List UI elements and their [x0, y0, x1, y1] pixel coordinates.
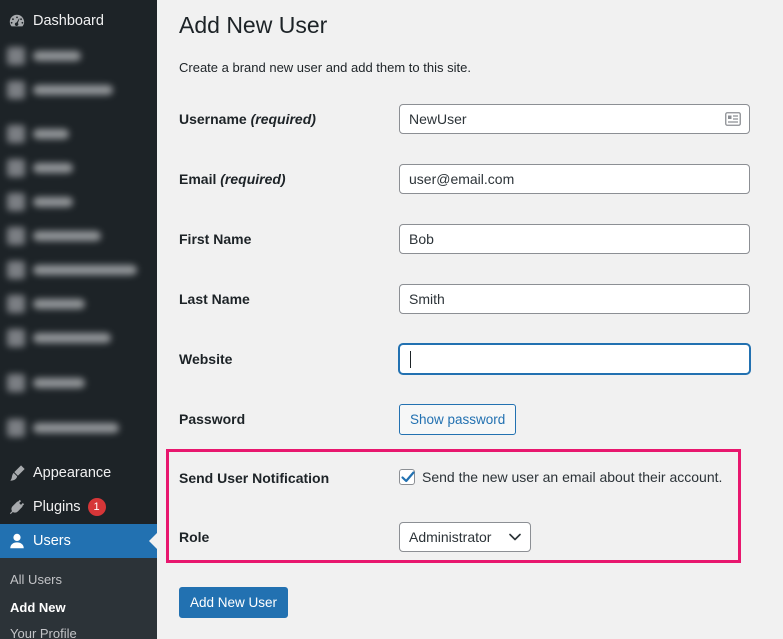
add-new-user-button[interactable]: Add New User — [179, 587, 289, 618]
username-input[interactable] — [399, 104, 750, 134]
dashboard-icon — [7, 11, 27, 31]
form-row-website: Website — [179, 344, 759, 376]
sidebar-item-label: Users — [33, 533, 71, 549]
sidebar-item-blurred[interactable] — [0, 185, 157, 219]
sidebar-item-blurred[interactable] — [0, 366, 157, 400]
role-select[interactable]: Administrator — [399, 522, 531, 552]
plugins-update-badge: 1 — [87, 498, 106, 516]
sidebar-item-blurred[interactable] — [0, 253, 157, 287]
sidebar-item-blurred[interactable] — [0, 321, 157, 355]
sidebar-item-blurred[interactable] — [0, 151, 157, 185]
sidebar-item-blurred[interactable] — [0, 287, 157, 321]
show-password-button[interactable]: Show password — [399, 404, 517, 435]
submenu-your-profile[interactable]: Your Profile — [10, 626, 77, 639]
user-icon — [7, 531, 27, 551]
email-input[interactable] — [399, 164, 750, 194]
sidebar-item-blurred[interactable] — [0, 73, 157, 107]
sidebar-item-appearance[interactable]: Appearance — [0, 456, 157, 490]
form-row-first-name: First Name — [179, 224, 759, 256]
role-label: Role — [179, 529, 210, 545]
form-row-email: Email (required) — [179, 164, 759, 196]
sidebar-item-users[interactable]: Users — [0, 524, 157, 558]
sidebar-item-blurred[interactable] — [0, 117, 157, 151]
paintbrush-icon — [7, 463, 27, 483]
wp-admin-page: Dashboard Appearance Plugins 1 Users All… — [0, 0, 783, 639]
last-name-input[interactable] — [399, 284, 750, 314]
submenu-add-new[interactable]: Add New — [10, 600, 66, 615]
last-name-label: Last Name — [179, 291, 250, 307]
checkmark-icon — [401, 471, 415, 483]
form-row-username: Username (required) — [179, 104, 759, 136]
password-label: Password — [179, 411, 246, 427]
main-content: Add New User Create a brand new user and… — [157, 0, 783, 639]
first-name-label: First Name — [179, 231, 252, 247]
website-input[interactable] — [399, 344, 750, 374]
notification-label: Send User Notification — [179, 470, 330, 486]
sidebar-item-label: Plugins — [33, 499, 81, 515]
form-row-role: Role Administrator — [179, 522, 759, 554]
page-description: Create a brand new user and add them to … — [179, 60, 471, 75]
contact-card-icon[interactable] — [725, 112, 741, 126]
chevron-down-icon — [509, 533, 521, 541]
username-label: Username (required) — [179, 111, 316, 127]
page-title: Add New User — [179, 12, 328, 38]
sidebar-item-blurred[interactable] — [0, 39, 157, 73]
sidebar-item-blurred[interactable] — [0, 411, 157, 445]
sidebar-item-label: Appearance — [33, 465, 112, 481]
text-caret — [410, 351, 411, 368]
form-row-notification: Send User Notification Send the new user… — [179, 463, 759, 495]
notification-checkbox[interactable] — [399, 469, 415, 485]
role-selected-value: Administrator — [409, 529, 492, 545]
form-row-password: Password Show password — [179, 404, 759, 436]
submenu-all-users[interactable]: All Users — [10, 572, 62, 587]
sidebar-item-plugins[interactable]: Plugins 1 — [0, 490, 157, 524]
notification-checkbox-label[interactable]: Send the new user an email about their a… — [422, 469, 722, 485]
website-label: Website — [179, 351, 233, 367]
form-row-last-name: Last Name — [179, 284, 759, 316]
sidebar-item-label: Dashboard — [33, 13, 104, 29]
sidebar-item-dashboard[interactable]: Dashboard — [0, 4, 157, 38]
plugin-icon — [7, 497, 27, 517]
admin-sidebar: Dashboard Appearance Plugins 1 Users All… — [0, 0, 157, 639]
users-submenu: All Users Add New Your Profile — [0, 558, 157, 639]
email-label: Email (required) — [179, 171, 286, 187]
first-name-input[interactable] — [399, 224, 750, 254]
active-menu-arrow — [149, 533, 157, 549]
sidebar-item-blurred[interactable] — [0, 219, 157, 253]
